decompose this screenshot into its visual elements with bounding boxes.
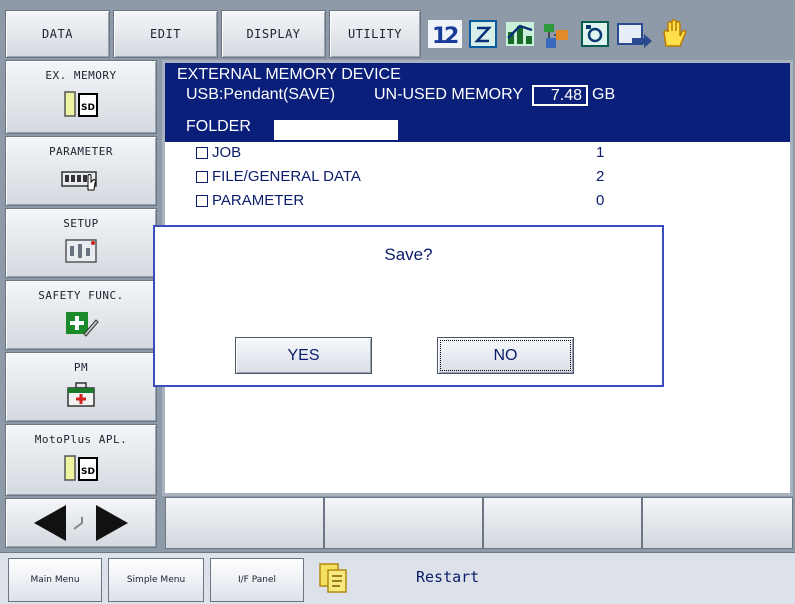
- menu-data-label: DATA: [42, 27, 73, 41]
- item-label: JOB: [212, 144, 242, 161]
- menu-display-button[interactable]: DISPLAY: [221, 10, 326, 58]
- checkbox[interactable]: [196, 171, 208, 183]
- multi-window-icon[interactable]: 1 2: [428, 20, 462, 49]
- item-count: 2: [596, 168, 605, 185]
- side-menu-setup[interactable]: SETUP: [5, 208, 157, 278]
- checkbox[interactable]: [196, 147, 208, 159]
- dialog-message: Save?: [384, 245, 433, 264]
- save-dialog: Save? YES NO: [153, 225, 664, 387]
- restart-icon[interactable]: [316, 560, 352, 596]
- status-icon-bar: 1 2: [428, 16, 718, 52]
- side-menu-pm[interactable]: PM: [5, 352, 157, 422]
- side-menu-ex-memory[interactable]: EX. MEMORY SD: [5, 60, 157, 134]
- item-label: PARAMETER: [212, 192, 305, 209]
- unused-memory-value: 7.48: [532, 85, 588, 106]
- network-icon[interactable]: [544, 24, 568, 48]
- menu-utility-button[interactable]: UTILITY: [329, 10, 421, 58]
- edit-window-icon[interactable]: [469, 20, 497, 48]
- unused-memory-unit: GB: [592, 86, 616, 103]
- page-title: EXTERNAL MEMORY DEVICE: [177, 66, 401, 83]
- simple-menu-button[interactable]: Simple Menu: [108, 558, 204, 602]
- camera-icon[interactable]: [581, 21, 609, 47]
- menu-edit-label: EDIT: [150, 27, 181, 41]
- medical-kit-icon: [67, 382, 95, 407]
- menu-edit-button[interactable]: EDIT: [113, 10, 218, 58]
- function-key-4[interactable]: [642, 497, 793, 549]
- svg-text:2: 2: [444, 24, 459, 49]
- side-menu-motoplus-apl[interactable]: MotoPlus APL. SD: [5, 424, 157, 496]
- arrow-right-icon: [96, 505, 128, 541]
- function-key-3[interactable]: [483, 497, 642, 549]
- chart-icon[interactable]: [506, 22, 534, 46]
- menu-display-label: DISPLAY: [246, 27, 301, 41]
- menu-utility-label: UTILITY: [347, 27, 403, 41]
- side-menu-pm-label: PM: [73, 361, 89, 374]
- folder-input[interactable]: [272, 118, 400, 142]
- side-menu-parameter-label: PARAMETER: [48, 145, 114, 158]
- side-menu-ex-memory-label: EX. MEMORY: [45, 69, 117, 82]
- side-menu-setup-label: SETUP: [63, 217, 99, 230]
- item-count: 1: [596, 144, 605, 161]
- main-menu-button[interactable]: Main Menu: [8, 558, 102, 602]
- svg-text:SD: SD: [81, 467, 95, 477]
- safety-icon: [66, 312, 99, 337]
- item-count: 0: [596, 192, 605, 209]
- side-menu-safety-func-label: SAFETY FUNC.: [38, 289, 124, 302]
- screen-move-icon[interactable]: [617, 23, 652, 48]
- page-switch-button[interactable]: [5, 498, 157, 548]
- function-key-1[interactable]: [165, 497, 324, 549]
- arrow-left-icon: [34, 505, 66, 541]
- folder-label: FOLDER: [186, 118, 251, 135]
- item-label: FILE/GENERAL DATA: [212, 168, 361, 185]
- checkbox[interactable]: [196, 195, 208, 207]
- device-line: USB:Pendant(SAVE): [186, 86, 336, 103]
- item-list: JOB 1 FILE/GENERAL DATA 2 PARAMETER 0: [196, 144, 616, 214]
- parameter-icon: [61, 171, 97, 191]
- unused-memory-label: UN-USED MEMORY: [374, 86, 524, 103]
- no-button[interactable]: NO: [437, 337, 574, 374]
- status-message: Restart: [416, 568, 480, 586]
- side-menu-parameter[interactable]: PARAMETER: [5, 136, 157, 206]
- sd-card-icon: SD: [64, 91, 98, 117]
- menu-data-button[interactable]: DATA: [5, 10, 110, 58]
- svg-text:SD: SD: [81, 103, 95, 113]
- side-menu-motoplus-apl-label: MotoPlus APL.: [34, 433, 128, 446]
- hand-icon[interactable]: [663, 19, 687, 47]
- if-panel-button[interactable]: I/F Panel: [210, 558, 304, 602]
- function-key-2[interactable]: [324, 497, 483, 549]
- yes-button[interactable]: YES: [235, 337, 372, 374]
- side-menu-safety-func[interactable]: SAFETY FUNC.: [5, 280, 157, 350]
- side-menu: EX. MEMORY SD PARAMETER SETUP SAFETY FUN…: [5, 60, 157, 550]
- list-item[interactable]: PARAMETER 0: [196, 192, 616, 212]
- sd-card-icon: SD: [64, 455, 98, 481]
- list-item[interactable]: JOB 1: [196, 144, 616, 164]
- list-item[interactable]: FILE/GENERAL DATA 2: [196, 168, 616, 188]
- setup-icon: [65, 239, 97, 263]
